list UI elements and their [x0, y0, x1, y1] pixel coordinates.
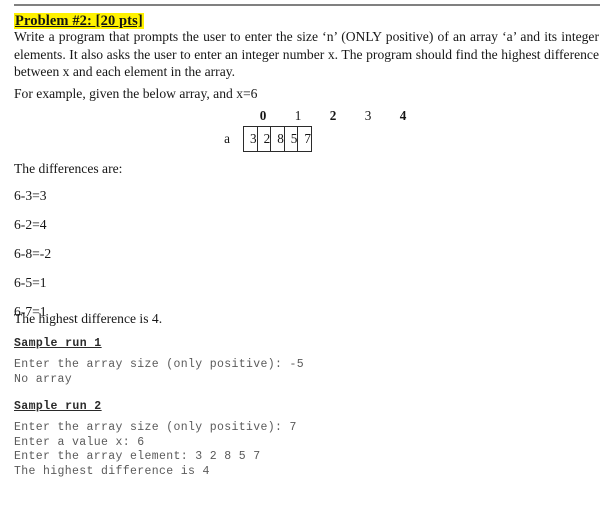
- array-table: 3 2 8 5 7: [243, 126, 312, 152]
- sample-run-2-output: Enter the array size (only positive): 7 …: [14, 421, 297, 478]
- array-cell-0: 3: [243, 126, 258, 152]
- sample-run-2-heading: Sample run 2: [14, 400, 102, 413]
- document-page: Problem #2: [20 pts] Write a program tha…: [0, 0, 613, 527]
- array-index-1: 1: [294, 108, 302, 123]
- array-index-4: 4: [399, 108, 407, 123]
- list-item: 6-8=-2: [14, 246, 52, 261]
- page-title-text: Problem #2: [20 pts]: [14, 13, 144, 29]
- array-cell-4: 7: [297, 126, 312, 152]
- list-item: 6-2=4: [14, 217, 47, 232]
- differences-summary: The highest difference is 4.: [14, 311, 163, 326]
- array-index-3: 3: [364, 108, 372, 123]
- array-figure: 0 1 2 3 4 a 3 2 8 5 7: [218, 108, 406, 152]
- sample-run-1-output: Enter the array size (only positive): -5…: [14, 358, 305, 386]
- array-index-0: 0: [259, 108, 267, 123]
- array-cell-3: 5: [283, 126, 299, 152]
- array-name-label: a: [224, 131, 230, 146]
- array-cell-2: 8: [270, 126, 285, 152]
- array-cell-1: 2: [256, 126, 272, 152]
- header-rule: [14, 4, 600, 6]
- array-value-row: a 3 2 8 5 7: [218, 126, 312, 152]
- array-index-2: 2: [329, 108, 337, 123]
- list-item: 6-5=1: [14, 275, 47, 290]
- table-row: 3 2 8 5 7: [243, 126, 312, 152]
- differences-intro: The differences are:: [14, 161, 123, 176]
- example-intro: For example, given the below array, and …: [14, 86, 258, 101]
- sample-run-1-heading: Sample run 1: [14, 337, 102, 350]
- problem-description: Write a program that prompts the user to…: [14, 29, 599, 79]
- list-item: 6-3=3: [14, 188, 47, 203]
